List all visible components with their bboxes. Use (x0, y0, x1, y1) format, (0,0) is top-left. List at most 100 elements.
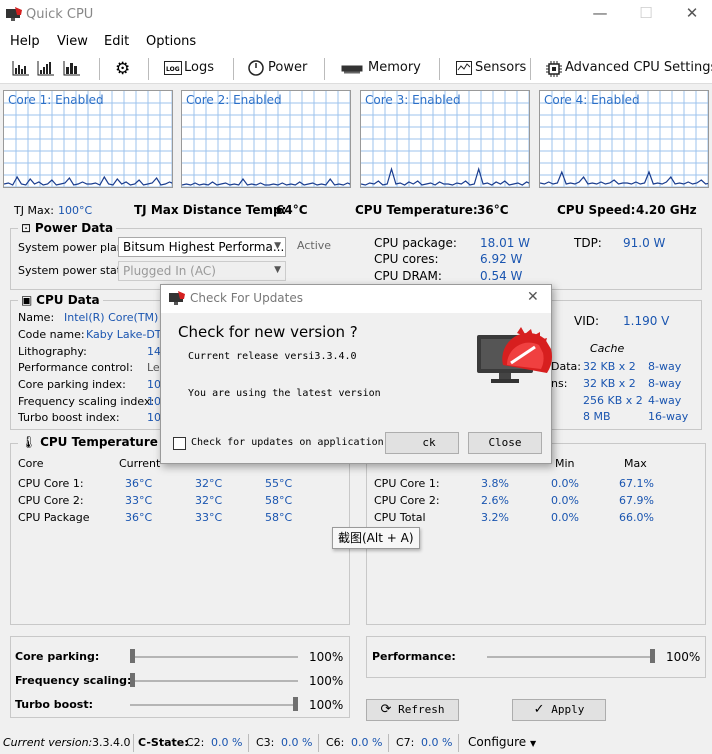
logs-icon[interactable]: LOG (164, 61, 182, 78)
menu-view[interactable]: View (57, 34, 88, 49)
performance-label: Performance: (372, 650, 456, 663)
menu-options[interactable]: Options (146, 34, 196, 49)
apply-button[interactable]: ✓ Apply (512, 699, 606, 721)
power-plug-icon: ⊡ (21, 221, 32, 235)
util-row-min: 0.0% (551, 494, 579, 507)
dialog-close-label: Close (488, 436, 522, 449)
memory-icon[interactable] (341, 63, 363, 77)
cpu-cores-value: 6.92 W (480, 252, 523, 266)
turbo-boost-index-label: Turbo boost index: (18, 411, 120, 424)
dialog-close-icon[interactable]: ✕ (527, 289, 539, 305)
core-graph: Core 2: Enabled (181, 90, 351, 188)
frequency-scaling-value: 100% (309, 674, 344, 688)
performance-slider-thumb[interactable] (650, 649, 655, 663)
power-icon[interactable] (248, 60, 264, 79)
temp-row-max: 55°C (265, 477, 293, 490)
core-graph-label: Core 1: Enabled (8, 93, 104, 107)
bar-chart-icon[interactable] (37, 60, 55, 79)
memory-button[interactable]: Memory (368, 60, 421, 75)
vid-value: 1.190 V (623, 314, 670, 328)
temp-row-max: 58°C (265, 494, 293, 507)
cstate-label: C-State: (138, 736, 189, 749)
refresh-icon: ⟳ (380, 702, 392, 717)
bar-chart-icon[interactable] (63, 60, 81, 79)
cpu-chip-icon[interactable] (546, 61, 562, 80)
gear-icon[interactable]: ⚙ (115, 59, 130, 79)
cpu-package-value: 18.01 W (480, 236, 531, 250)
util-row-current: 3.2% (481, 511, 509, 524)
app-icon (169, 291, 185, 305)
current-version-label: Current version: (3, 736, 93, 749)
svg-text:LOG: LOG (166, 66, 180, 73)
core-parking-value: 100% (309, 650, 344, 664)
dialog-latest-message: You are using the latest version (188, 388, 381, 399)
toolbar-separator (324, 58, 325, 80)
tjmax-label: TJ Max: (14, 204, 54, 217)
dialog-current-release: Current release versi3.3.4.0 (188, 351, 357, 362)
cpu-temperature-value: 36°C (477, 203, 509, 217)
configure-dropdown[interactable]: Configure ▼ (468, 735, 536, 749)
check-button[interactable]: ck (385, 432, 459, 454)
core-graph-label: Core 2: Enabled (186, 93, 282, 107)
minimize-icon[interactable]: — (585, 4, 615, 22)
tjmax-value: 100°C (58, 204, 93, 217)
tdp-value: 91.0 W (623, 236, 666, 250)
cpu-data-header: ▣ CPU Data (18, 293, 103, 307)
cache-way: 8-way (648, 377, 682, 390)
close-icon[interactable]: ✕ (677, 4, 707, 22)
toolbar-separator (530, 58, 531, 80)
toolbar-separator (233, 58, 234, 80)
bar-chart-icon[interactable] (12, 60, 30, 79)
advanced-cpu-settings-button[interactable]: Advanced CPU Settings (565, 60, 712, 75)
temp-row-min: 32°C (195, 494, 223, 507)
cpu-temperature-label: CPU Temperature: (355, 203, 478, 217)
power-button[interactable]: Power (268, 60, 307, 75)
power-plan-select[interactable]: Bitsum Highest Performa... ▼ (118, 237, 286, 257)
turbo-boost-slider[interactable] (130, 704, 298, 706)
status-separator (318, 734, 319, 752)
lithography-value: 14 (147, 345, 161, 358)
lithography-label: Lithography: (18, 345, 87, 358)
power-state-value: Plugged In (AC) (123, 264, 216, 278)
temp-row-current: 36°C (125, 511, 153, 524)
util-row-current: 2.6% (481, 494, 509, 507)
refresh-button[interactable]: ⟳ Refresh (366, 699, 459, 721)
cpu-temperature-header: 🌡 CPU Temperature (18, 435, 161, 449)
turbo-boost-slider-thumb[interactable] (293, 697, 298, 711)
cache-label: ns: (551, 377, 568, 390)
update-on-start-checkbox[interactable] (173, 437, 186, 450)
frequency-scaling-slider[interactable] (130, 680, 298, 682)
toolbar-separator (148, 58, 149, 80)
performance-slider[interactable] (487, 656, 655, 658)
core-graph: Core 3: Enabled (360, 90, 530, 188)
logs-button[interactable]: Logs (184, 60, 214, 75)
frequency-scaling-slider-thumb[interactable] (130, 673, 135, 687)
menu-edit[interactable]: Edit (104, 34, 129, 49)
status-separator (133, 734, 134, 752)
chevron-down-icon: ▼ (274, 241, 281, 251)
cpu-data-title: CPU Data (36, 293, 100, 307)
dialog-close-button[interactable]: Close (468, 432, 542, 454)
cache-way: 8-way (648, 360, 682, 373)
core-parking-slider-thumb[interactable] (130, 649, 135, 663)
util-row-max: 67.1% (619, 477, 654, 490)
power-data-header: ⊡ Power Data (18, 221, 117, 235)
core-parking-slider[interactable] (130, 656, 298, 658)
c7-value: 0.0 % (421, 736, 453, 749)
performance-control-label: Performance control: (18, 361, 134, 374)
sensors-button[interactable]: Sensors (475, 60, 526, 75)
cache-header: Cache (590, 342, 625, 355)
toolbar-separator (439, 58, 440, 80)
sensors-icon[interactable] (456, 61, 472, 78)
performance-value: 100% (666, 650, 701, 664)
cpu-speed-value: 4.20 GHz (636, 203, 697, 217)
temp-row-min: 32°C (195, 477, 223, 490)
temp-row-name: CPU Package (18, 511, 90, 524)
core-graph: Core 4: Enabled (539, 90, 709, 188)
util-row-max: 66.0% (619, 511, 654, 524)
core-parking-label: Core parking: (15, 650, 100, 663)
temp-row-current: 33°C (125, 494, 153, 507)
cpu-name-label: Name: (18, 311, 55, 324)
maximize-icon[interactable]: ☐ (631, 4, 661, 22)
menu-help[interactable]: Help (10, 34, 40, 49)
